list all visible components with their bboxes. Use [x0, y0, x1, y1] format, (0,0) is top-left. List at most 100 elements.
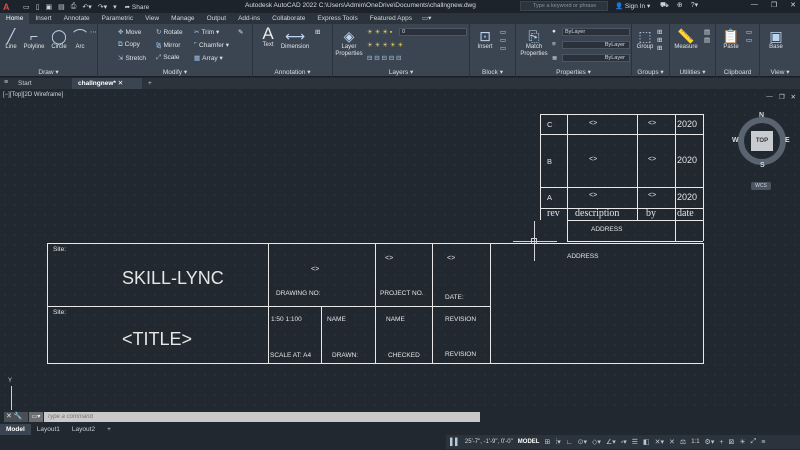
viewport-controls-label[interactable]: [−][Top][2D Wireframe] [3, 92, 63, 98]
file-tabs-menu-icon[interactable]: ≡ [4, 79, 8, 86]
tab-add-ins[interactable]: Add-ins [232, 13, 266, 24]
tab-collaborate[interactable]: Collaborate [266, 13, 311, 24]
polar-icon[interactable]: ⊙▾ [578, 438, 587, 446]
move-tool[interactable]: ✥ Move [118, 28, 141, 36]
wcs-menu[interactable]: WCS [751, 182, 771, 190]
object-snap-tracking-icon[interactable]: ∠▾ [606, 438, 616, 446]
ortho-icon[interactable]: ∟ [566, 439, 573, 446]
tab-view[interactable]: View [139, 13, 165, 24]
clipboard-panel-title[interactable]: Clipboard [716, 69, 759, 76]
view-panel-title[interactable]: View ▾ [760, 68, 800, 76]
tab-express-tools[interactable]: Express Tools [311, 13, 363, 24]
isolate-objects-icon[interactable]: ☀ [739, 438, 745, 446]
group-tool[interactable]: ⬚ Group [634, 28, 656, 51]
layers-panel-title[interactable]: Layers ▾ [333, 68, 469, 76]
grid-icon[interactable]: ⊞ [544, 438, 550, 446]
tab-home[interactable]: Home [0, 13, 30, 24]
customization-icon[interactable]: ≡ [761, 439, 765, 446]
cursor-coordinates[interactable]: 25'-7", -1'-9", 0'-0" [465, 439, 513, 445]
erase-icon[interactable]: ✎ [238, 28, 243, 36]
compass-north[interactable]: N [759, 112, 764, 119]
object-snap-icon[interactable]: ▫▾ [621, 438, 627, 446]
match-properties-tool[interactable]: ⎘ Match Properties [520, 28, 548, 58]
viewport-restore-icon[interactable]: ❐ [779, 93, 785, 101]
draw-panel-title[interactable]: Draw ▾ [0, 68, 97, 76]
groups-panel-title[interactable]: Groups ▾ [632, 68, 669, 76]
status-menu-icon[interactable]: ▌▌ [450, 439, 460, 446]
plot-icon[interactable]: ⎙ [71, 3, 77, 11]
annotation-scale[interactable]: 1:1 [691, 439, 699, 445]
color-dropdown[interactable]: ByLayer [562, 28, 630, 36]
annotation-panel-title[interactable]: Annotation ▾ [253, 68, 332, 76]
isodraft-icon[interactable]: ◇▾ [592, 438, 601, 446]
add-layout-button[interactable]: + [101, 424, 117, 435]
linetype-dropdown[interactable]: ByLayer [562, 41, 630, 49]
transparency-icon[interactable]: ◧ [643, 438, 650, 446]
redo-icon[interactable]: ↷▾ [98, 3, 107, 11]
tab-manage[interactable]: Manage [165, 13, 201, 24]
annotation-more-icon[interactable]: ⊞ [315, 28, 320, 36]
chamfer-tool[interactable]: ⌜ Chamfer ▾ [194, 41, 229, 49]
tab-parametric[interactable]: Parametric [96, 13, 139, 24]
copy-tool[interactable]: ⧉ Copy [118, 41, 140, 49]
drawing-canvas[interactable]: [−][Top][2D Wireframe] — ❐ ✕ TOP N S E W… [0, 90, 800, 410]
trim-tool[interactable]: ✂ Trim ▾ [194, 28, 219, 36]
save-as-icon[interactable]: ▤ [58, 3, 65, 11]
mirror-tool[interactable]: ⧎ Mirror [156, 41, 180, 49]
base-view-tool[interactable]: ▣ Base [764, 28, 788, 51]
layer-tools-row2[interactable]: ☀ ☀ ☀ ☀ ☀ [367, 41, 403, 49]
tab-start[interactable]: Start [12, 78, 38, 89]
tab-insert[interactable]: Insert [29, 13, 57, 24]
block-extra-icons[interactable]: ▭ ▭ ▭ [500, 28, 506, 52]
help-icon[interactable]: ?▾ [691, 1, 698, 10]
ribbon-toggle-icon[interactable]: ▭▾ [418, 13, 435, 24]
undo-icon[interactable]: ↶▾ [82, 3, 91, 11]
autoscale-icon[interactable]: ✕ [669, 438, 675, 446]
layer-state-icons[interactable]: ☀ ☀ ☀ ▪ [367, 28, 392, 36]
annotation-scale-icon[interactable]: ⚖ [680, 438, 686, 446]
tab-model[interactable]: Model [0, 424, 31, 435]
dimension-tool[interactable]: ⟷ Dimension [279, 28, 311, 51]
utilities-panel-title[interactable]: Utilities ▾ [670, 68, 715, 76]
rotate-tool[interactable]: ↻ Rotate [156, 28, 183, 36]
maximize-icon[interactable]: ❐ [771, 1, 777, 9]
measure-tool[interactable]: 📏 Measure [672, 28, 700, 51]
array-tool[interactable]: ▦ Array ▾ [194, 54, 223, 62]
properties-panel-title[interactable]: Properties ▾ [516, 68, 631, 76]
viewport-close-icon[interactable]: ✕ [791, 93, 796, 101]
sign-in-button[interactable]: 👤 Sign In ▾ [615, 2, 650, 10]
add-annotation-icon[interactable]: + [719, 439, 723, 446]
share-button[interactable]: ➦ Share [125, 3, 150, 11]
compass-south[interactable]: S [760, 162, 765, 169]
cart-icon[interactable]: ⛟ [660, 1, 669, 10]
new-file-icon[interactable]: ▭ [23, 3, 30, 11]
tab-layout2[interactable]: Layout2 [66, 424, 101, 435]
line-tool[interactable]: ╱ Line [2, 28, 20, 51]
lineweight-toggle-icon[interactable]: ☰ [632, 438, 638, 446]
group-extra-icons[interactable]: ⊞ ⊞ ⊞ [657, 28, 662, 52]
qat-dropdown-icon[interactable]: ▾ [113, 3, 117, 11]
compass-west[interactable]: W [732, 137, 739, 144]
save-icon[interactable]: ▣ [45, 3, 52, 11]
compass-east[interactable]: E [785, 137, 790, 144]
scale-tool[interactable]: ⤢ Scale [156, 54, 179, 62]
paste-tool[interactable]: 📋 Paste [720, 28, 742, 51]
layer-tools-row3[interactable]: ⊟ ⊟ ⊟ ⊟ ⊟ [367, 54, 401, 62]
block-panel-title[interactable]: Block ▾ [470, 68, 515, 76]
layer-dropdown[interactable]: 0 [399, 28, 467, 36]
utilities-extra-icons[interactable]: ▤ ▤ [704, 28, 710, 44]
viewcube-top-face[interactable]: TOP [751, 131, 773, 151]
layer-properties-tool[interactable]: ◈ Layer Properties [335, 28, 363, 58]
tab-challngnew[interactable]: challngnew* ✕ [72, 78, 142, 89]
autocad-logo-icon[interactable]: A [3, 2, 13, 12]
command-input[interactable] [44, 412, 480, 422]
open-file-icon[interactable]: ▯ [36, 3, 40, 11]
help-search-input[interactable]: Type a keyword or phrase [520, 1, 608, 11]
customize-command-icon[interactable]: 🔧 [14, 413, 23, 420]
annotation-visibility-icon[interactable]: ✕▾ [655, 438, 664, 446]
lineweight-dropdown[interactable]: ByLayer [562, 54, 630, 62]
viewport-minimize-icon[interactable]: — [766, 93, 773, 101]
close-icon[interactable]: ✕ [790, 1, 796, 9]
stretch-tool[interactable]: ⇲ Stretch [118, 54, 146, 62]
minimize-icon[interactable]: — [751, 1, 758, 9]
